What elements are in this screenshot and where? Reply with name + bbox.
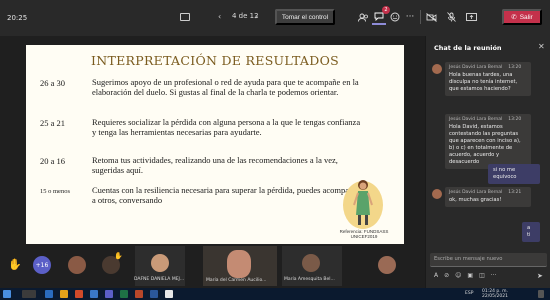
- input-language[interactable]: ESP: [465, 291, 473, 296]
- message-sender: Jesús David Lara Bernal: [449, 190, 503, 195]
- screen-share-indicator-icon: [180, 13, 190, 21]
- avatar: [432, 189, 442, 199]
- score-range: 15 o menos: [40, 188, 70, 195]
- presentation-slide: INTERPRETACIÓN DE RESULTADOS 26 a 30 Sug…: [26, 45, 404, 244]
- meeting-chat-panel: Chat de la reunión ✕ Jesús David Lara Be…: [425, 36, 550, 288]
- start-icon[interactable]: [3, 290, 11, 298]
- previous-slide-button[interactable]: ‹: [218, 12, 221, 21]
- shared-content-stage: INTERPRETACIÓN DE RESULTADOS 26 a 30 Sug…: [0, 36, 425, 269]
- message-time: 13:20: [508, 65, 522, 70]
- take-control-button[interactable]: Tomar el control: [275, 9, 335, 25]
- score-interpretation: Retoma tus actividades, realizando una d…: [92, 155, 338, 175]
- woman-illustration: [343, 180, 383, 229]
- my-chat-message: a ti: [522, 222, 540, 242]
- reactions-icon[interactable]: [388, 9, 402, 25]
- more-icon[interactable]: ···: [491, 272, 497, 279]
- chrome-icon[interactable]: [165, 290, 173, 298]
- participant-tile[interactable]: María Amesquita Bel...: [282, 246, 342, 286]
- chat-title: Chat de la reunión: [434, 44, 502, 52]
- powerpoint-icon[interactable]: [135, 290, 143, 298]
- score-range: 20 a 16: [40, 156, 66, 166]
- close-icon[interactable]: ✕: [538, 42, 545, 51]
- windows-taskbar: ESP 01:24 p. m. 22/05/2021: [0, 288, 550, 300]
- score-range: 25 a 21: [40, 118, 66, 128]
- message-time: 13:21: [508, 190, 522, 195]
- chat-message: Jesús David Lara Bernal 13:20 Hola David,…: [445, 114, 531, 169]
- format-icon[interactable]: A: [434, 272, 438, 279]
- message-sender: Jesús David Lara Bernal: [449, 65, 503, 70]
- score-interpretation: Cuentas con la resiliencia necesaria par…: [92, 185, 360, 205]
- message-time: 13:20: [508, 117, 522, 122]
- edge-icon[interactable]: [45, 290, 53, 298]
- raise-hand-icon: ✋: [8, 258, 22, 271]
- message-text: Hola buenas tardes, una disculpa no tení…: [449, 72, 518, 92]
- avatar: [432, 64, 442, 74]
- gif-icon[interactable]: ▣: [467, 272, 473, 279]
- raise-hand-icon: ✋: [114, 252, 123, 260]
- score-interpretation: Sugerimos apoyo de un profesional o red …: [92, 77, 359, 97]
- more-options-icon[interactable]: ···: [403, 9, 417, 25]
- teams-icon[interactable]: [105, 290, 113, 298]
- compose-toolbar: A ⊘ ☺ ▣ ◫ ···: [434, 272, 496, 279]
- taskbar-date: 22/05/2021: [482, 294, 508, 299]
- leave-label: Salir: [519, 13, 533, 21]
- emoji-icon[interactable]: ☺: [455, 272, 461, 279]
- my-chat-message: si no me equivoco: [488, 164, 540, 184]
- message-compose-input[interactable]: Escribe un mensaje nuevo: [430, 253, 547, 267]
- toolbar-divider: [420, 10, 421, 24]
- participant-avatar[interactable]: [68, 256, 86, 274]
- share-content-icon[interactable]: [464, 9, 478, 25]
- message-sender: Jesús David Lara Bernal: [449, 117, 503, 122]
- phone-hangup-icon: ✆: [511, 14, 517, 21]
- message-text: Hola David, estamos contestando las preg…: [449, 124, 521, 165]
- next-slide-button[interactable]: ›: [255, 12, 258, 21]
- participant-name: María del Carmen Aucilio...: [206, 278, 267, 283]
- participants-icon[interactable]: [356, 9, 370, 25]
- excel-icon[interactable]: [120, 290, 128, 298]
- meeting-toolbar: 20:25 ‹ 4 de 12 › Tomar el control 2 ···…: [0, 0, 550, 36]
- slide-reference: Referencia: FUNDSASS UNICEF2019: [339, 229, 389, 239]
- participant-video: [227, 250, 251, 278]
- participant-tile[interactable]: DAFNE DANIELA MEJ...: [134, 246, 185, 286]
- participant-avatar: [151, 254, 169, 272]
- send-icon[interactable]: ➤: [537, 272, 543, 280]
- taskbar-clock[interactable]: 01:24 p. m. 22/05/2021: [482, 289, 508, 299]
- message-text: ok, muchas gracias!: [449, 197, 502, 203]
- chat-icon[interactable]: 2: [372, 6, 390, 25]
- sticker-icon[interactable]: ◫: [479, 272, 485, 279]
- meeting-clock: 20:25: [7, 14, 28, 22]
- mail-icon[interactable]: [90, 290, 98, 298]
- score-range: 26 a 30: [40, 78, 66, 88]
- chat-message: Jesús David Lara Bernal 13:20 Hola buenas…: [445, 62, 531, 96]
- score-interpretation: Requieres socializar la pérdida con algu…: [92, 117, 361, 137]
- mic-off-icon[interactable]: [444, 9, 458, 25]
- participant-name: María Amesquita Bel...: [284, 277, 335, 282]
- word-icon[interactable]: [150, 290, 158, 298]
- participant-video-tile[interactable]: María del Carmen Aucilio...: [203, 246, 277, 286]
- participant-name: DAFNE DANIELA MEJ...: [134, 277, 185, 282]
- slide-title: INTERPRETACIÓN DE RESULTADOS: [91, 53, 339, 68]
- leave-button[interactable]: ✆ Salir: [502, 9, 542, 25]
- participant-avatar[interactable]: [378, 256, 396, 274]
- teams-meeting-window: 20:25 ‹ 4 de 12 › Tomar el control 2 ···…: [0, 0, 550, 300]
- participant-avatar: [302, 254, 320, 272]
- attach-icon[interactable]: ⊘: [444, 272, 449, 279]
- notifications-icon[interactable]: [538, 290, 544, 298]
- camera-off-icon[interactable]: [424, 9, 438, 25]
- office-icon[interactable]: [75, 290, 83, 298]
- file-explorer-icon[interactable]: [60, 290, 68, 298]
- search-icon[interactable]: [22, 290, 36, 298]
- chat-message: Jesús David Lara Bernal 13:21 ok, muchas …: [445, 187, 531, 207]
- more-participants-button[interactable]: +16: [33, 256, 51, 274]
